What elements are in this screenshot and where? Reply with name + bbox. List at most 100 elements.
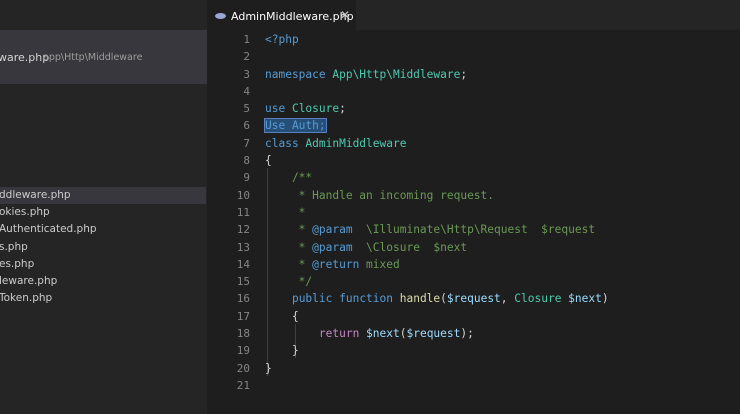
code-line[interactable]: {: [265, 152, 735, 169]
code-line[interactable]: */: [265, 273, 735, 290]
code-token: $request: [406, 327, 461, 341]
code-editor[interactable]: 1 2 3 4 5 6 7 8 9 10 11 12 13 14 15 16 17 18 19 20 21 <?php n…: [207, 30, 740, 414]
code-token: handle: [399, 292, 441, 306]
line-number: 18: [236, 327, 250, 341]
code-line[interactable]: }: [265, 342, 735, 359]
code-token: /**: [265, 171, 313, 185]
tab-bar: AdminMiddleware.php ✕: [207, 0, 740, 30]
code-token: $next: [419, 240, 468, 254]
tab-label: AdminMiddleware.php: [231, 10, 354, 23]
code-line[interactable]: return $next($request);: [265, 325, 735, 342]
line-number: 12: [236, 223, 250, 237]
code-line[interactable]: }: [265, 360, 735, 377]
tab-admin-middleware[interactable]: AdminMiddleware.php ✕: [207, 0, 356, 30]
code-line[interactable]: {: [265, 308, 735, 325]
sidebar-header: [0, 0, 207, 30]
open-editor-item[interactable]: ware.php app\Http\Middleware: [0, 30, 207, 84]
open-editor-path: app\Http\Middleware: [43, 52, 143, 63]
line-number: 6: [243, 119, 250, 133]
line-number: 14: [236, 257, 250, 271]
code-line[interactable]: [265, 48, 735, 65]
code-token: $next: [366, 327, 400, 341]
explorer-sidebar: ware.php app\Http\Middleware ddleware.ph…: [0, 0, 207, 414]
selected-token: Use Auth;: [264, 118, 327, 134]
line-number: 16: [236, 292, 250, 306]
code-token: @param: [312, 240, 353, 254]
line-number: 11: [236, 205, 250, 219]
code-token: */: [265, 275, 313, 289]
code-line[interactable]: * @return mixed: [265, 256, 735, 273]
file-item[interactable]: okies.php: [0, 204, 206, 221]
code-token: App\Http\Middleware: [332, 67, 461, 81]
line-number: 15: [236, 275, 250, 289]
code-token: @param: [312, 223, 353, 237]
line-number: 10: [236, 188, 250, 202]
file-item[interactable]: ddleware.php: [0, 187, 206, 205]
code-token: function: [339, 292, 400, 306]
line-number: 20: [236, 361, 250, 375]
code-token: \Closure: [352, 240, 420, 254]
code-token: namespace: [265, 67, 333, 81]
close-icon[interactable]: ✕: [340, 8, 350, 22]
code-line[interactable]: [265, 377, 735, 394]
code-token: mixed: [359, 257, 400, 271]
line-number: 4: [243, 84, 250, 98]
code-line[interactable]: * Handle an incoming request.: [265, 187, 735, 204]
code-token: ,: [500, 292, 515, 306]
line-number: 8: [243, 154, 250, 168]
file-item[interactable]: Authenticated.php: [0, 221, 206, 238]
file-list: ddleware.php okies.php Authenticated.php s.…: [0, 187, 207, 307]
code-token: \Illuminate\Http\Request: [352, 223, 528, 237]
code-token: AdminMiddleware: [305, 136, 407, 150]
code-token: );: [460, 327, 474, 341]
line-number: 19: [236, 344, 250, 358]
code-token: ;: [460, 67, 468, 81]
code-token: * Handle an incoming request.: [265, 188, 495, 202]
php-file-icon: [215, 13, 226, 19]
code-token: ): [601, 292, 609, 306]
line-number: 13: [236, 240, 250, 254]
code-token: $request: [446, 292, 501, 306]
code-token: Closure: [514, 292, 569, 306]
code-line[interactable]: * @param \Closure $next: [265, 239, 735, 256]
code-token: $next: [568, 292, 602, 306]
code-line[interactable]: /**: [265, 169, 735, 186]
file-item[interactable]: es.php: [0, 256, 206, 273]
code-token: use: [265, 102, 292, 116]
code-line[interactable]: class AdminMiddleware: [265, 135, 735, 152]
code-line[interactable]: * @param \Illuminate\Http\Request $reque…: [265, 221, 735, 238]
code-token: (: [440, 292, 447, 306]
line-number-gutter: 1 2 3 4 5 6 7 8 9 10 11 12 13 14 15 16 17 18 19 20 21: [207, 30, 255, 394]
code-area[interactable]: <?php namespace App\Http\Middleware; use C…: [264, 30, 735, 394]
code-token: {: [265, 309, 299, 323]
file-item[interactable]: Token.php: [0, 290, 206, 307]
line-number: 9: [243, 171, 250, 185]
code-line[interactable]: Use Auth;: [264, 117, 735, 134]
code-token: *: [265, 223, 313, 237]
open-editor-filename: ware.php: [0, 51, 50, 64]
code-token: class: [265, 136, 306, 150]
code-token: @return: [312, 257, 360, 271]
code-token: <?php: [265, 33, 299, 46]
code-token: *: [265, 240, 313, 254]
code-token: }: [265, 361, 272, 375]
code-line[interactable]: <?php: [265, 31, 735, 48]
code-line[interactable]: use Closure;: [265, 100, 735, 117]
code-line[interactable]: [265, 83, 735, 100]
code-token: ;: [339, 102, 346, 116]
line-number: 3: [243, 67, 250, 81]
file-item[interactable]: leware.php: [0, 273, 206, 290]
code-line[interactable]: namespace App\Http\Middleware;: [265, 66, 735, 83]
file-item[interactable]: s.php: [0, 239, 206, 256]
line-number: 2: [243, 50, 250, 64]
code-token: *: [265, 257, 313, 271]
code-token: $request: [527, 223, 596, 237]
line-number: 21: [236, 378, 250, 392]
line-number: 1: [243, 33, 250, 46]
code-token: }: [265, 344, 299, 358]
code-line[interactable]: *: [265, 204, 735, 221]
code-token: Closure: [291, 102, 340, 116]
code-line[interactable]: public function handle($request, Closure…: [265, 290, 735, 307]
code-token: *: [265, 205, 306, 219]
